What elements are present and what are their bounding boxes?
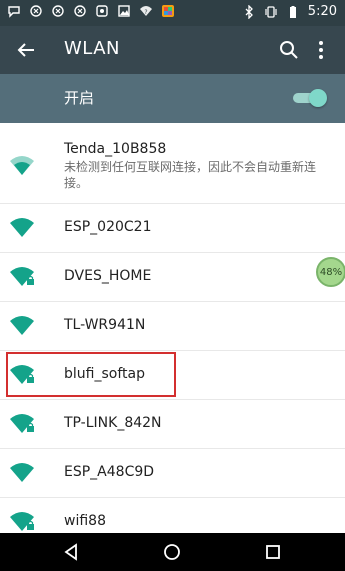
recent-apps-icon[interactable] <box>263 542 283 562</box>
network-ssid: TL-WR941N <box>64 317 146 333</box>
more-options-icon[interactable] <box>309 38 333 62</box>
network-ssid: ESP_020C21 <box>64 219 152 235</box>
list-item[interactable]: DVES_HOME <box>0 253 345 302</box>
wifi-signal-locked-icon <box>10 414 34 433</box>
chat-icon <box>8 6 20 18</box>
wifi-question-icon: ? <box>140 6 152 16</box>
progress-badge[interactable]: 48% <box>316 257 345 287</box>
toggle-label: 开启 <box>64 89 95 107</box>
wlan-toggle-bar: 开启 <box>0 74 345 123</box>
wifi-signal-icon <box>10 218 34 237</box>
status-bar: ? 5:20 <box>0 0 345 26</box>
battery-icon <box>289 5 296 18</box>
search-icon[interactable] <box>277 38 301 62</box>
app-icon <box>96 5 108 17</box>
wifi-signal-icon <box>10 156 34 175</box>
status-time: 5:20 <box>307 4 337 19</box>
app-bar: WLAN <box>0 26 345 74</box>
list-item[interactable]: ESP_020C21 <box>0 204 345 253</box>
navigation-bar <box>0 533 345 571</box>
wifi-signal-icon <box>10 463 34 482</box>
wlan-switch[interactable] <box>293 89 327 107</box>
list-item[interactable]: TP-LINK_842N <box>0 400 345 449</box>
list-item[interactable]: ESP_A48C9D <box>0 449 345 498</box>
network-ssid: TP-LINK_842N <box>64 415 162 431</box>
app-icon <box>52 5 64 17</box>
network-ssid: ESP_A48C9D <box>64 464 155 480</box>
app-icon <box>30 5 42 17</box>
network-ssid: wifi88 <box>64 513 106 529</box>
wifi-signal-icon <box>10 316 34 335</box>
notification-icon <box>162 5 174 17</box>
svg-text:?: ? <box>144 9 147 16</box>
network-ssid: Tenda_10B858 <box>64 141 167 157</box>
network-status: 未检测到任何互联网连接，因此不会自动重新连接。 <box>64 160 317 190</box>
wifi-signal-locked-icon <box>10 512 34 531</box>
back-arrow-icon[interactable] <box>14 38 38 62</box>
highlight-box <box>6 352 176 397</box>
gallery-icon <box>118 5 130 17</box>
back-nav-icon[interactable] <box>61 542 81 562</box>
list-item[interactable]: wifi88 <box>0 498 345 533</box>
status-bar-left: ? <box>7 4 175 18</box>
status-bar-right: 5:20 <box>242 4 337 19</box>
page-title: WLAN <box>64 38 121 59</box>
bluetooth-icon <box>245 4 253 19</box>
network-list: Tenda_10B858 未检测到任何互联网连接，因此不会自动重新连接。 ESP… <box>0 123 345 533</box>
app-icon <box>74 5 86 17</box>
list-item[interactable]: Tenda_10B858 未检测到任何互联网连接，因此不会自动重新连接。 <box>0 123 345 204</box>
network-ssid: DVES_HOME <box>64 268 152 284</box>
vibrate-icon <box>265 5 277 18</box>
home-nav-icon[interactable] <box>162 542 182 562</box>
wifi-signal-locked-icon <box>10 267 34 286</box>
switch-thumb <box>309 89 327 107</box>
list-item[interactable]: TL-WR941N <box>0 302 345 351</box>
